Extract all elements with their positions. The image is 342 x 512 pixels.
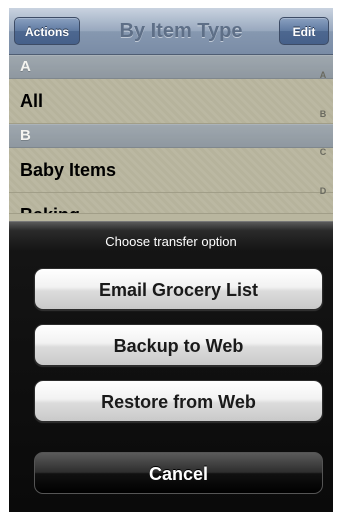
app-screen: Actions By Item Type Edit A All B Baby I…	[9, 8, 333, 512]
page-title: By Item Type	[119, 20, 243, 42]
section-header-b: B	[9, 124, 333, 148]
cancel-button[interactable]: Cancel	[34, 452, 323, 494]
index-letter-a[interactable]: A	[317, 70, 329, 109]
index-letter-d[interactable]: D	[317, 186, 329, 225]
actions-button[interactable]: Actions	[14, 17, 80, 45]
list-item-all[interactable]: All	[9, 79, 333, 124]
list-item-baby-items[interactable]: Baby Items	[9, 148, 333, 193]
restore-from-web-button[interactable]: Restore from Web	[34, 380, 323, 422]
action-sheet-title: Choose transfer option	[105, 234, 237, 249]
section-header-a: A	[9, 55, 333, 79]
index-letter-c[interactable]: C	[317, 147, 329, 186]
list-item-baking[interactable]: Baking	[9, 193, 333, 214]
edit-button[interactable]: Edit	[279, 17, 329, 45]
item-type-list: A All B Baby Items Baking	[9, 55, 333, 214]
index-letter-b[interactable]: B	[317, 109, 329, 148]
transfer-action-sheet: Choose transfer option Email Grocery Lis…	[9, 221, 333, 512]
backup-to-web-button[interactable]: Backup to Web	[34, 324, 323, 366]
section-index[interactable]: A B C D	[317, 70, 329, 224]
email-grocery-list-button[interactable]: Email Grocery List	[34, 268, 323, 310]
navigation-bar: Actions By Item Type Edit	[9, 8, 333, 55]
